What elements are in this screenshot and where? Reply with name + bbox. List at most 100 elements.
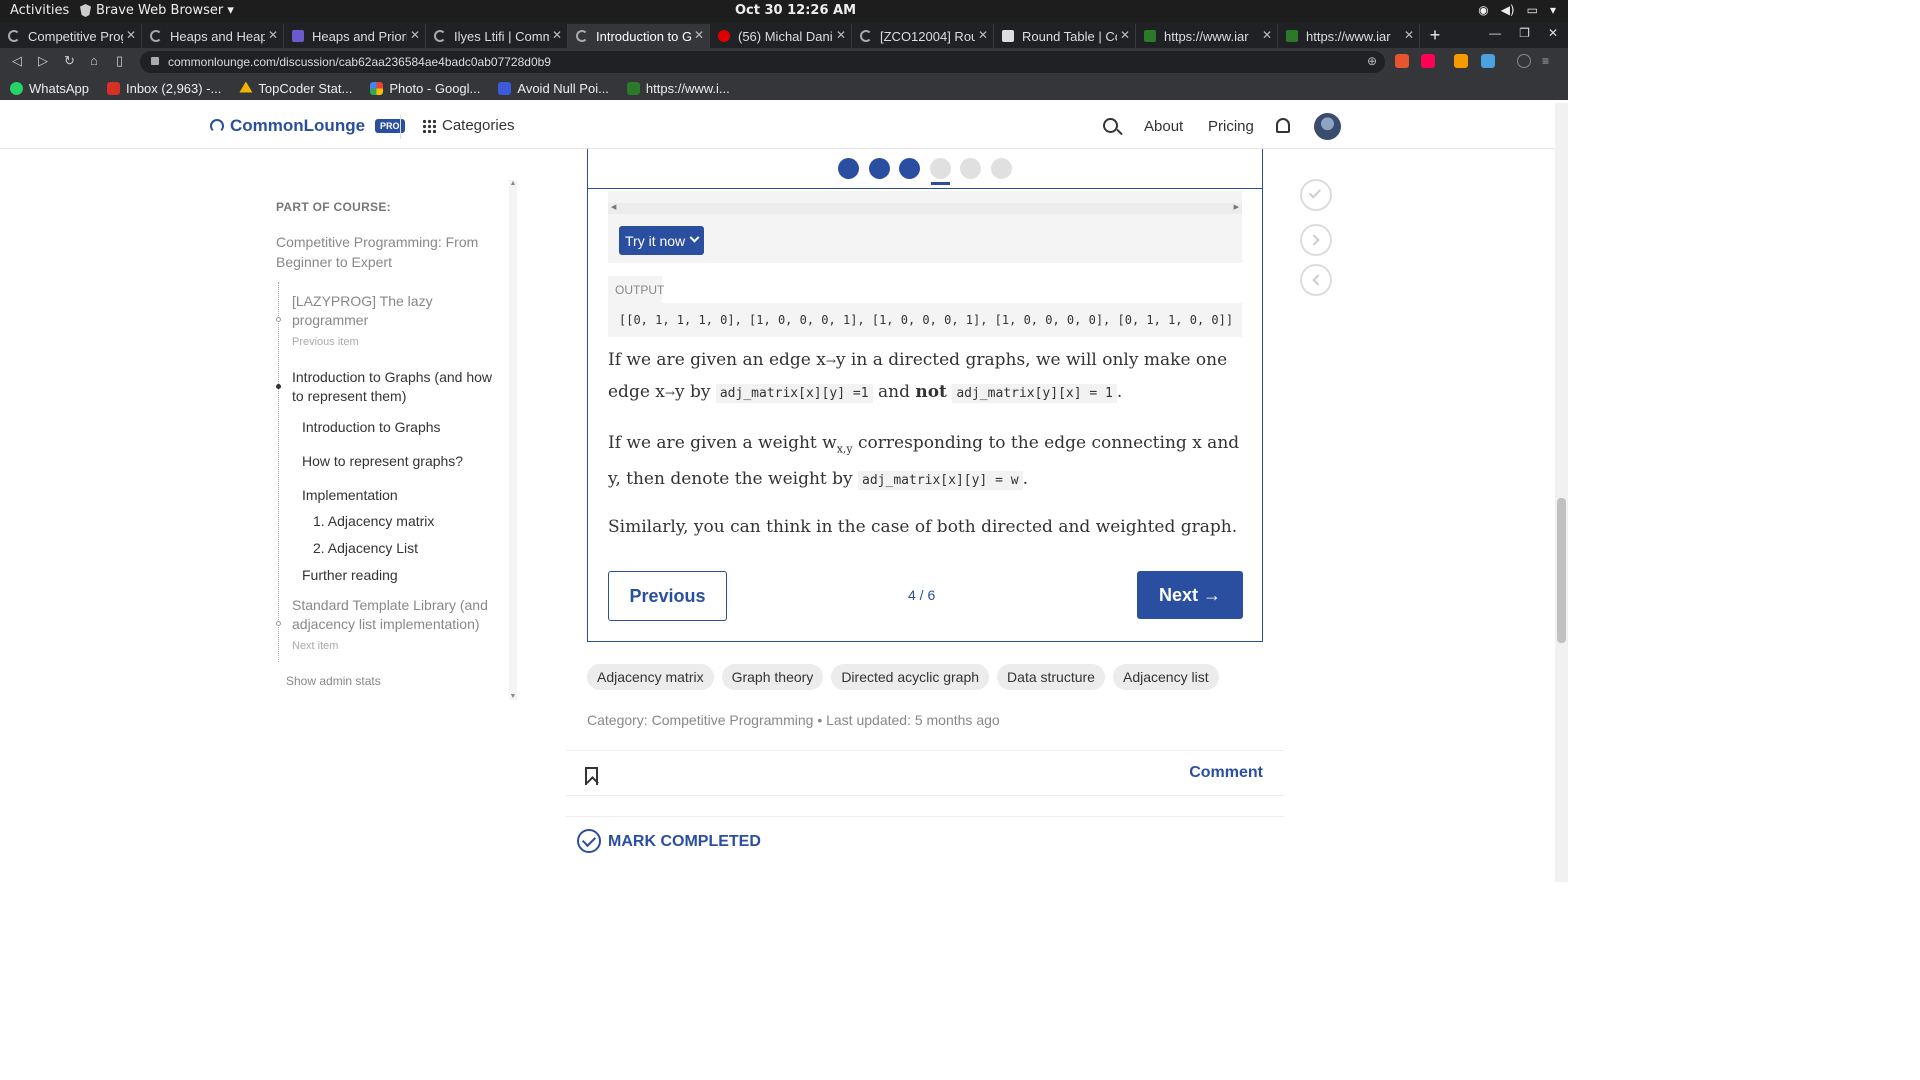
back-icon[interactable]: ◁ <box>12 53 22 69</box>
try-it-now-button[interactable]: Try it now <box>619 226 705 255</box>
bookmark-item[interactable]: TopCoder Stat... <box>239 81 352 96</box>
category-link[interactable]: Category: Competitive Programming <box>587 712 813 728</box>
brave-shields-icon[interactable] <box>1395 54 1409 68</box>
course-title-link[interactable]: Competitive Programming: From Beginner t… <box>276 232 491 272</box>
pricing-link[interactable]: Pricing <box>1208 118 1254 135</box>
bookmark-item[interactable]: Inbox (2,963) -... <box>106 81 221 96</box>
activities-button[interactable]: Activities <box>10 3 69 18</box>
minimize-icon[interactable]: — <box>1489 26 1501 40</box>
next-item-link[interactable]: Standard Template Library (and adjacency… <box>292 596 497 656</box>
close-tab-icon[interactable]: ✕ <box>126 28 136 42</box>
restore-icon[interactable]: ❐ <box>1519 26 1530 40</box>
current-item[interactable]: Introduction to Graphs (and how to repre… <box>292 368 497 406</box>
close-window-icon[interactable]: ✕ <box>1548 26 1558 40</box>
search-icon[interactable] <box>1103 118 1118 133</box>
section-link-further-reading[interactable]: Further reading <box>302 566 398 585</box>
browser-tab[interactable]: (56) Michal Danila ✕ <box>710 24 852 48</box>
browser-tab[interactable]: Competitive Prog ✕ <box>0 24 142 48</box>
previous-button[interactable]: Previous <box>608 571 727 621</box>
new-tab-button[interactable]: + <box>1420 24 1450 48</box>
about-link[interactable]: About <box>1144 118 1183 135</box>
bell-icon[interactable] <box>1276 118 1290 133</box>
close-tab-icon[interactable]: ✕ <box>410 28 420 42</box>
close-tab-icon[interactable]: ✕ <box>978 28 988 42</box>
profile-icon[interactable] <box>1517 54 1531 68</box>
tag-chip[interactable]: Data structure <box>997 664 1105 690</box>
browser-tab[interactable]: Heaps and Heap ✕ <box>142 24 284 48</box>
reload-icon[interactable]: ↻ <box>64 53 75 69</box>
browser-tab[interactable]: Heaps and Priorit ✕ <box>284 24 426 48</box>
bookmark-icon[interactable] <box>585 767 598 785</box>
menu-icon[interactable]: ≡ <box>1542 54 1556 68</box>
step-dot[interactable] <box>899 158 920 179</box>
close-tab-icon[interactable]: ✕ <box>1262 28 1272 42</box>
section-link-adjacency-matrix[interactable]: 1. Adjacency matrix <box>313 512 434 531</box>
extension-icon[interactable] <box>1454 54 1468 68</box>
close-tab-icon[interactable]: ✕ <box>1404 28 1414 42</box>
browser-tab-active[interactable]: Introduction to G ✕ <box>568 24 710 48</box>
bookmark-item[interactable]: WhatsApp <box>10 81 89 96</box>
bookmark-item[interactable]: Photo - Googl... <box>370 81 480 96</box>
close-tab-icon[interactable]: ✕ <box>1120 28 1130 42</box>
sidebar-scrollbar[interactable]: ▲ ▼ <box>509 180 517 700</box>
section-link-implementation[interactable]: Implementation <box>302 486 398 505</box>
section-link-adjacency-list[interactable]: 2. Adjacency List <box>313 539 418 558</box>
comment-button[interactable]: Comment <box>1189 764 1263 782</box>
system-clock[interactable]: Oct 30 12:26 AM <box>735 3 856 18</box>
tag-chip[interactable]: Graph theory <box>721 664 824 690</box>
browser-tab[interactable]: Round Table | Co ✕ <box>994 24 1136 48</box>
page-scrollbar[interactable] <box>1555 103 1568 882</box>
bookmark-item[interactable]: https://www.i... <box>626 81 730 96</box>
gmail-icon <box>106 81 120 95</box>
bookmark-item[interactable]: Avoid Null Poi... <box>498 81 609 96</box>
close-tab-icon[interactable]: ✕ <box>552 28 562 42</box>
scroll-down-icon[interactable]: ▼ <box>509 693 517 700</box>
text: . <box>1022 469 1028 490</box>
section-link-introduction[interactable]: Introduction to Graphs <box>302 418 441 437</box>
tab-title: https://www.iar <box>1164 28 1249 44</box>
previous-step-button[interactable] <box>1300 264 1332 296</box>
categories-menu[interactable]: Categories <box>422 117 515 134</box>
scrollbar-thumb[interactable] <box>1557 498 1566 643</box>
tag-chip[interactable]: Directed acyclic graph <box>831 664 990 690</box>
scroll-up-icon[interactable]: ▲ <box>509 180 517 187</box>
step-dot-current[interactable] <box>930 158 951 179</box>
step-dot[interactable] <box>991 158 1012 179</box>
mark-done-button[interactable] <box>1300 179 1332 211</box>
close-tab-icon[interactable]: ✕ <box>268 28 278 42</box>
close-tab-icon[interactable]: ✕ <box>694 28 704 42</box>
mark-completed-bar[interactable]: MARK COMPLETED <box>566 816 1284 882</box>
close-tab-icon[interactable]: ✕ <box>836 28 846 42</box>
browser-tab[interactable]: Ilyes Ltifi | Comm ✕ <box>426 24 568 48</box>
previous-item-link[interactable]: [LAZYPROG] The lazy programmer Previous … <box>292 292 492 352</box>
browser-tab[interactable]: https://www.iar ✕ <box>1278 24 1420 48</box>
app-menu[interactable]: Brave Web Browser ▾ <box>80 3 234 18</box>
browser-tab[interactable]: https://www.iar ✕ <box>1136 24 1278 48</box>
bookmark-page-icon[interactable]: ▯ <box>116 53 123 69</box>
paragraph-summary: Similarly, you can think in the case of … <box>608 517 1238 537</box>
scroll-left-icon[interactable]: ◀ <box>611 203 616 211</box>
forward-icon[interactable]: ▷ <box>38 53 48 69</box>
inline-code: adj_matrix[y][x] = 1 <box>952 384 1117 403</box>
system-tray[interactable]: ◉ ◀) ▭ ▾ <box>1478 3 1556 17</box>
home-icon[interactable]: ⌂ <box>90 53 98 68</box>
browser-tab[interactable]: [ZCO12004] Roun ✕ <box>852 24 994 48</box>
step-dot[interactable] <box>838 158 859 179</box>
scroll-right-icon[interactable]: ▶ <box>1234 203 1239 211</box>
brave-rewards-icon[interactable] <box>1421 54 1435 68</box>
site-logo[interactable]: CommonLounge PRO <box>210 116 405 136</box>
next-step-button[interactable] <box>1300 224 1332 256</box>
address-bar[interactable]: commonlounge.com/discussion/cab62aa23658… <box>140 51 1385 73</box>
tag-chip[interactable]: Adjacency list <box>1112 664 1219 690</box>
step-dot[interactable] <box>960 158 981 179</box>
next-button[interactable]: Next → <box>1137 571 1243 619</box>
avatar[interactable] <box>1314 113 1341 140</box>
code-editor: ◀ ▶ Try it now <box>608 191 1242 263</box>
show-admin-stats-link[interactable]: Show admin stats <box>286 674 381 688</box>
extension-icon[interactable] <box>1481 54 1495 68</box>
tag-chip[interactable]: Adjacency matrix <box>587 664 714 690</box>
code-horizontal-scrollbar[interactable]: ◀ ▶ <box>608 203 1242 214</box>
zoom-icon[interactable]: ⊕ <box>1367 54 1377 68</box>
section-link-represent[interactable]: How to represent graphs? <box>302 452 463 471</box>
step-dot[interactable] <box>869 158 890 179</box>
